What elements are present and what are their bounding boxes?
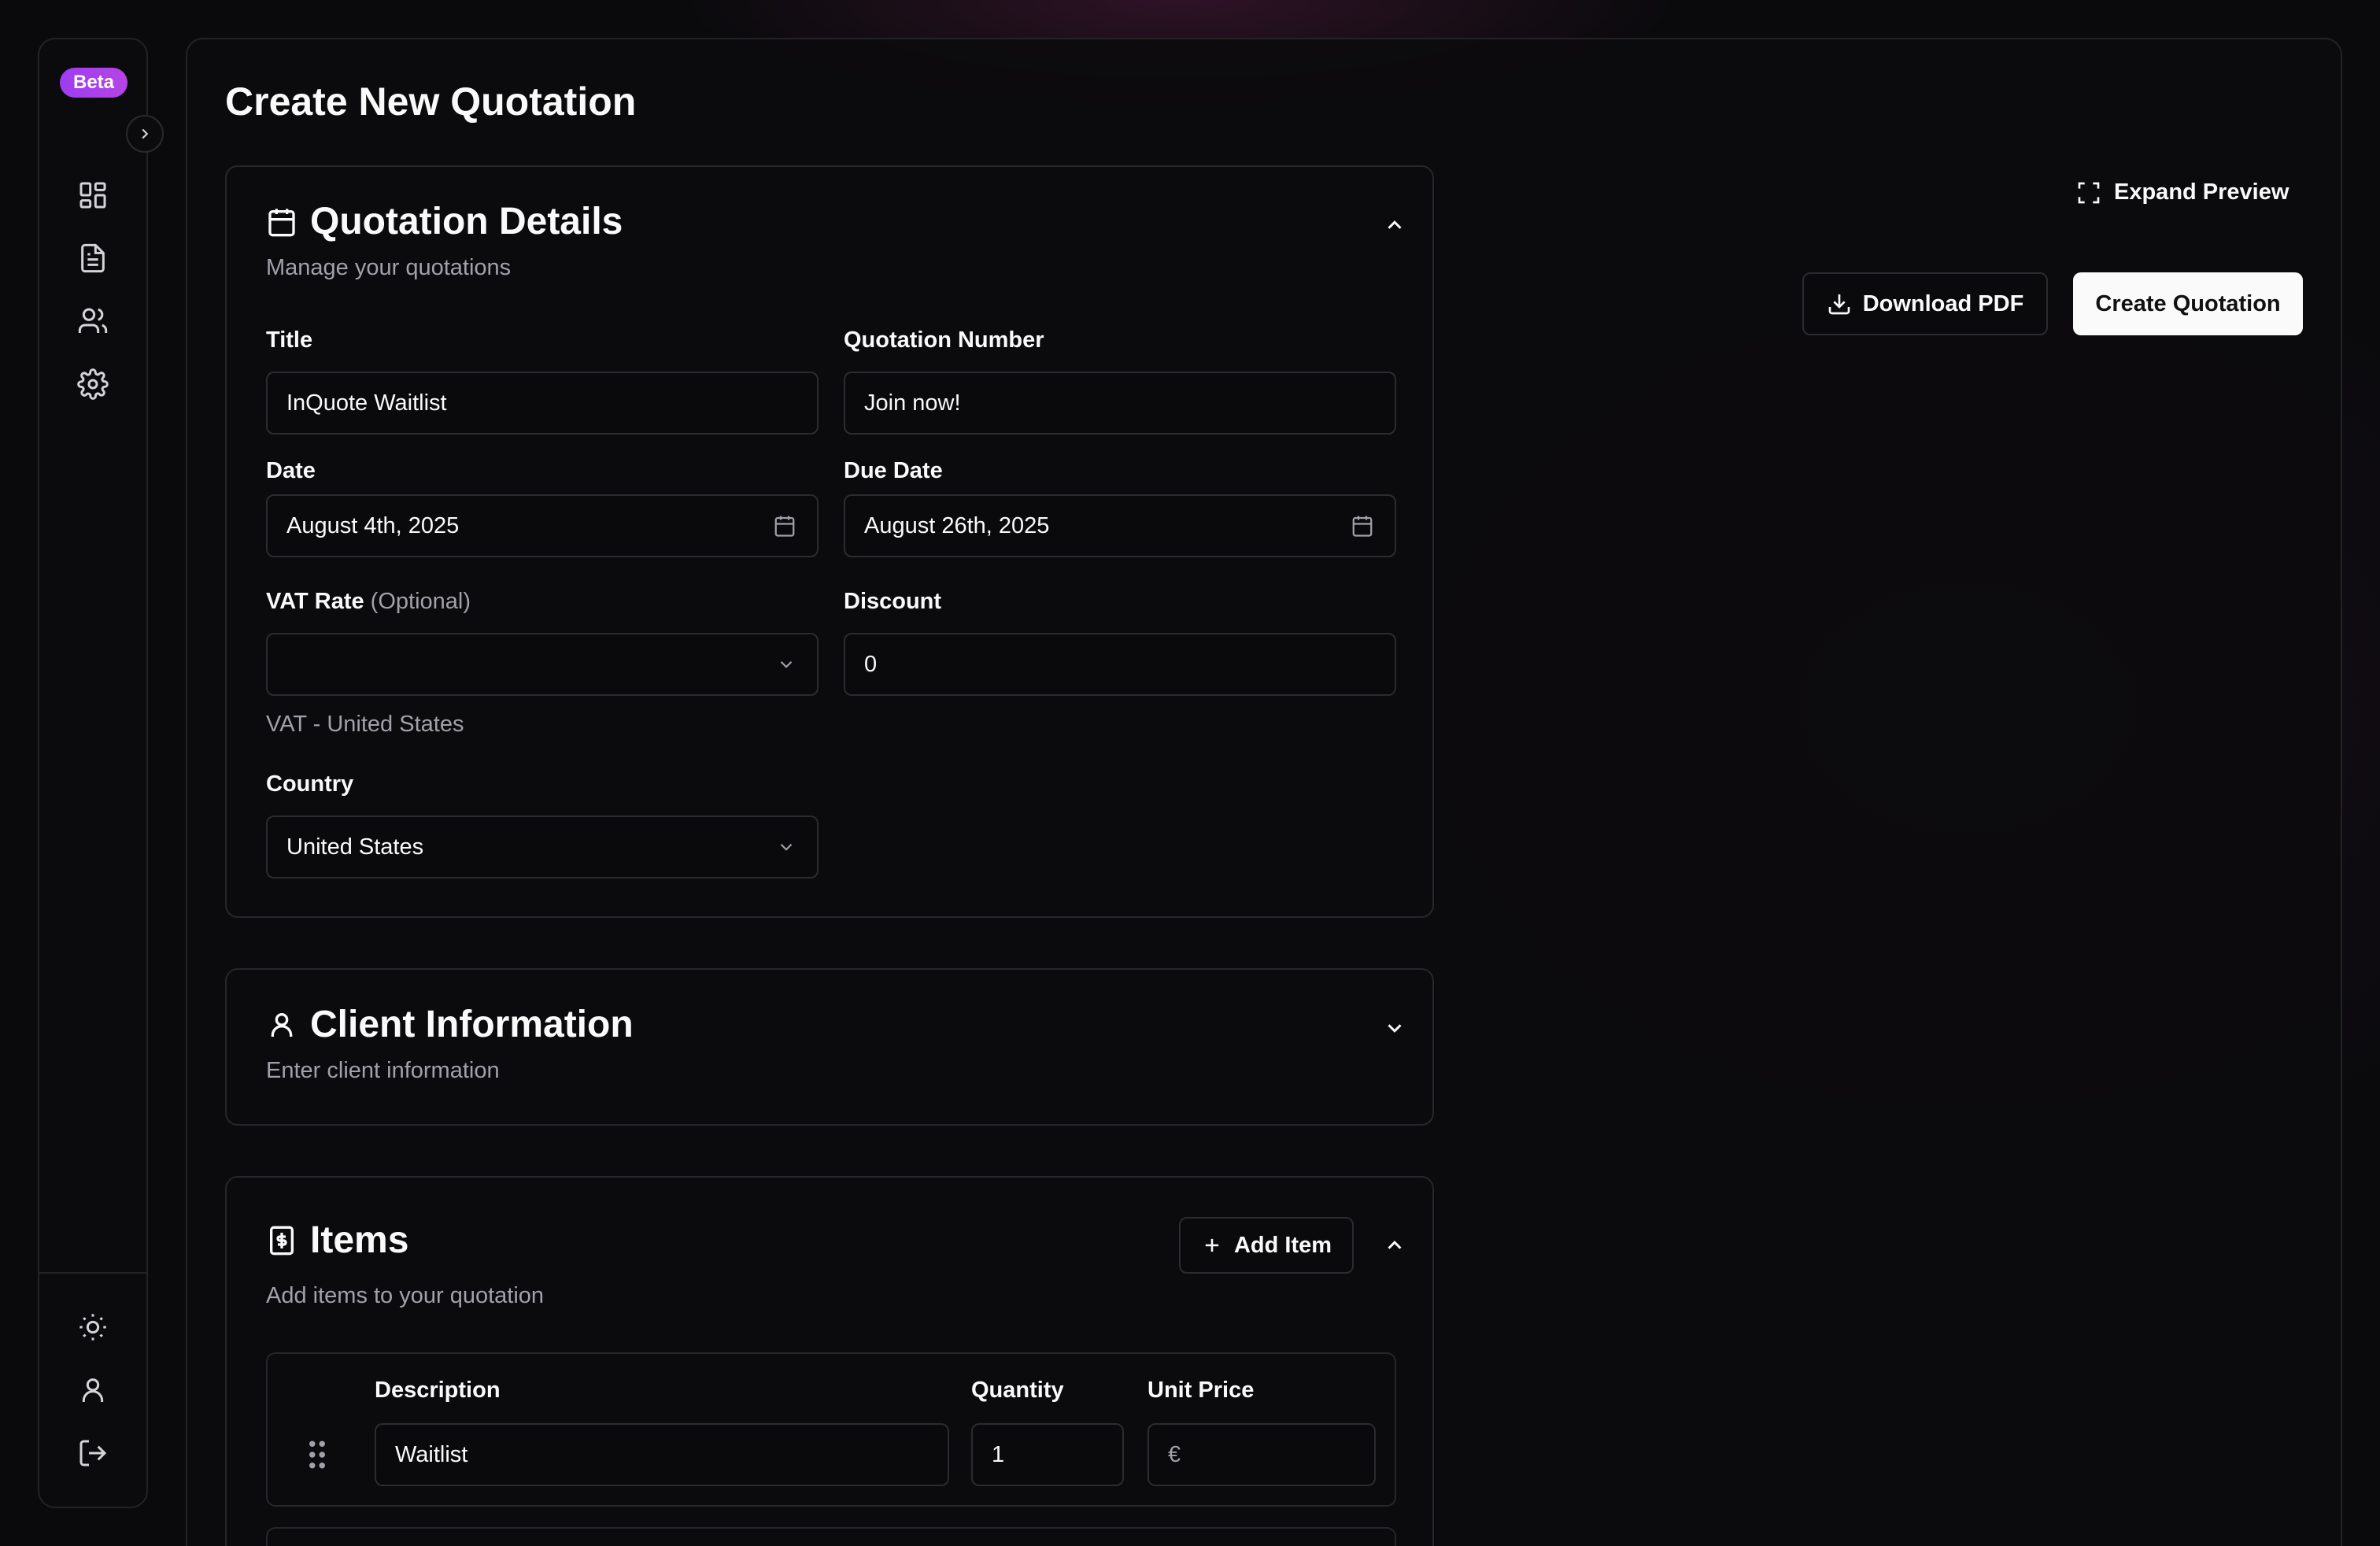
sidebar-toggle-button[interactable] — [126, 115, 164, 153]
discount-value: 0 — [864, 651, 878, 677]
expand-client-button[interactable] — [1379, 1012, 1410, 1044]
sidebar-divider — [39, 1272, 146, 1274]
add-item-label: Add Item — [1233, 1232, 1332, 1258]
calendar-icon — [268, 208, 295, 236]
expand-icon — [2078, 182, 2100, 203]
download-icon — [1828, 294, 1850, 315]
vat-optional-text: (Optional) — [370, 589, 471, 614]
download-pdf-label: Download PDF — [1862, 290, 2024, 316]
currency-symbol: € — [1168, 1441, 1181, 1467]
download-pdf-button[interactable]: Download PDF — [1802, 272, 2048, 335]
collapse-details-button[interactable] — [1379, 209, 1410, 241]
create-quotation-button[interactable]: Create Quotation — [2073, 272, 2303, 335]
quotation-details-card: Quotation Details Manage your quotations… — [225, 165, 1434, 918]
description-input[interactable]: Waitlist — [375, 1423, 949, 1486]
description-header: Description — [375, 1378, 501, 1403]
items-subtitle: Add items to your quotation — [266, 1283, 545, 1308]
chevron-up-icon — [1388, 220, 1402, 229]
description-value: Waitlist — [395, 1441, 468, 1467]
items-heading: Items — [266, 1219, 408, 1262]
title-label: Title — [266, 327, 313, 353]
chevron-down-icon — [1388, 1024, 1402, 1033]
country-label: Country — [266, 771, 354, 797]
chevron-down-icon — [776, 654, 796, 675]
receipt-icon — [270, 1226, 294, 1255]
add-item-button[interactable]: Add Item — [1179, 1217, 1354, 1274]
vat-rate-label-text: VAT Rate — [266, 589, 364, 614]
logout-icon[interactable] — [76, 1436, 110, 1470]
due-date-picker[interactable]: August 26th, 2025 — [844, 494, 1396, 557]
quotation-details-title: Quotation Details — [310, 201, 623, 242]
date-value: August 4th, 2025 — [286, 512, 460, 538]
drag-handle-icon[interactable] — [307, 1439, 327, 1470]
title-input-value: InQuote Waitlist — [286, 390, 447, 416]
country-value: United States — [286, 834, 424, 860]
unit-price-input[interactable]: € — [1148, 1423, 1376, 1486]
collapse-items-button[interactable] — [1379, 1230, 1410, 1261]
due-date-label: Due Date — [844, 458, 943, 483]
quotation-number-label: Quotation Number — [844, 327, 1044, 353]
document-icon[interactable] — [76, 241, 110, 276]
list-item: Description Quantity Unit Price Waitlist… — [266, 1352, 1396, 1507]
country-select[interactable]: United States — [266, 816, 819, 878]
vat-rate-select[interactable] — [266, 633, 819, 696]
vat-rate-label: VAT Rate (Optional) — [266, 589, 471, 615]
vat-helper-text: VAT - United States — [266, 712, 464, 737]
quantity-input[interactable]: 1 — [971, 1423, 1124, 1486]
quantity-header: Quantity — [971, 1378, 1064, 1403]
expand-preview-label: Expand Preview — [2114, 179, 2289, 205]
chevron-right-icon — [142, 128, 149, 139]
plus-icon — [1205, 1238, 1219, 1252]
client-information-card[interactable]: Client Information Enter client informat… — [225, 968, 1434, 1126]
user-icon[interactable] — [76, 1373, 110, 1407]
expand-preview-button[interactable]: Expand Preview — [2076, 179, 2289, 205]
chevron-down-icon — [776, 837, 796, 857]
quotation-number-value: Join now! — [864, 390, 961, 416]
settings-icon[interactable] — [76, 367, 110, 401]
sun-icon[interactable] — [76, 1310, 110, 1344]
user-icon — [271, 1012, 293, 1037]
items-card: Items Add Item Add items to your quotati… — [225, 1176, 1434, 1546]
client-information-title: Client Information — [310, 1004, 634, 1045]
beta-badge: Beta — [60, 68, 128, 98]
client-information-heading: Client Information — [266, 1003, 634, 1046]
quotation-details-subtitle: Manage your quotations — [266, 255, 512, 280]
page-title: Create New Quotation — [225, 80, 637, 124]
date-picker[interactable]: August 4th, 2025 — [266, 494, 819, 557]
create-quotation-label: Create Quotation — [2095, 290, 2281, 316]
discount-label: Discount — [844, 589, 942, 614]
quotation-details-heading: Quotation Details — [266, 200, 623, 243]
title-input[interactable]: InQuote Waitlist — [266, 372, 819, 435]
client-information-subtitle: Enter client information — [266, 1058, 500, 1083]
chevron-up-icon — [1388, 1241, 1402, 1249]
list-item — [266, 1527, 1396, 1546]
calendar-icon — [1351, 514, 1374, 538]
sidebar: Beta — [38, 38, 148, 1508]
unit-price-header: Unit Price — [1148, 1378, 1255, 1403]
due-date-value: August 26th, 2025 — [864, 512, 1050, 538]
discount-input[interactable]: 0 — [844, 633, 1396, 696]
items-title: Items — [310, 1219, 409, 1261]
calendar-icon — [773, 514, 796, 538]
quotation-number-input[interactable]: Join now! — [844, 372, 1396, 435]
quantity-value: 1 — [992, 1441, 1005, 1467]
date-label: Date — [266, 458, 316, 483]
dashboard-icon[interactable] — [76, 178, 110, 213]
users-icon[interactable] — [76, 304, 110, 338]
